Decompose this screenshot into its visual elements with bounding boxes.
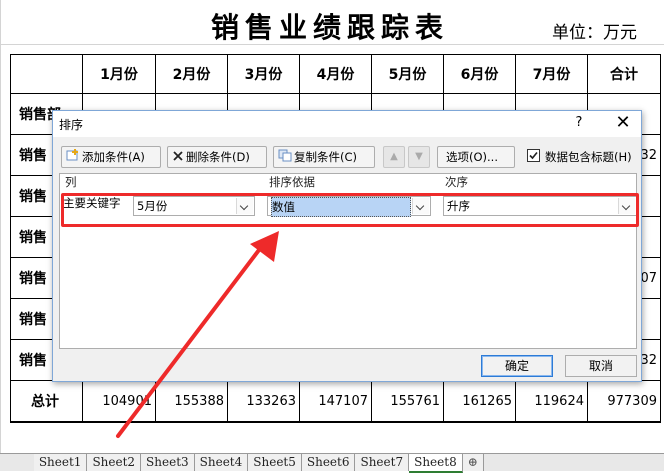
total-label[interactable]: 总计 xyxy=(10,380,83,423)
arrow-down-icon: ▼ xyxy=(415,151,423,162)
sheet-tab[interactable]: Sheet1 xyxy=(33,454,88,471)
total-cell[interactable]: 119624 xyxy=(515,380,588,423)
sheet-tab[interactable]: Sheet6 xyxy=(301,454,356,471)
sheet-tab[interactable]: Sheet7 xyxy=(355,454,410,471)
header-cell[interactable] xyxy=(10,54,83,94)
sheet-tab[interactable]: Sheet5 xyxy=(248,454,302,471)
header-cell[interactable]: 7月份 xyxy=(515,54,588,94)
move-up-button[interactable]: ▲ xyxy=(383,146,405,168)
ok-button[interactable]: 确定 xyxy=(481,355,553,377)
delete-condition-button[interactable]: 删除条件(D) xyxy=(167,146,267,168)
sheet-title: 销售业绩跟踪表 xyxy=(210,11,449,44)
options-button[interactable]: 选项(O)... xyxy=(437,146,515,168)
new-sheet-icon[interactable]: ⊕ xyxy=(462,454,484,471)
add-condition-button[interactable]: 添加条件(A) xyxy=(61,146,161,168)
delete-icon xyxy=(172,148,184,168)
sheet-tab[interactable]: Sheet4 xyxy=(194,454,249,471)
sheet-tab[interactable]: Sheet2 xyxy=(87,454,142,471)
column-header-sort-on: 排序依据 xyxy=(269,175,315,189)
total-cell[interactable]: 155761 xyxy=(371,380,444,423)
arrow-up-icon: ▲ xyxy=(390,151,398,162)
header-cell[interactable]: 4月份 xyxy=(299,54,372,94)
total-cell[interactable]: 155388 xyxy=(155,380,228,423)
copy-condition-button[interactable]: 复制条件(C) xyxy=(273,146,375,168)
sheet-tab[interactable]: Sheet3 xyxy=(141,454,195,471)
header-cell[interactable]: 3月份 xyxy=(227,54,300,94)
total-cell[interactable]: 104901 xyxy=(82,380,156,423)
dialog-titlebar[interactable] xyxy=(53,111,641,137)
dialog-title: 排序 xyxy=(59,118,84,132)
column-header-order: 次序 xyxy=(445,175,468,189)
copy-icon xyxy=(278,148,292,168)
total-cell[interactable]: 161265 xyxy=(443,380,516,423)
has-header-label: 数据包含标题(H) xyxy=(545,150,632,164)
close-icon[interactable]: ✕ xyxy=(611,112,635,134)
help-icon[interactable]: ? xyxy=(571,115,587,130)
header-cell[interactable]: 5月份 xyxy=(371,54,444,94)
total-cell[interactable]: 977309 xyxy=(587,380,661,423)
sheet-tab-active[interactable]: Sheet8 xyxy=(409,454,463,473)
move-down-button[interactable]: ▼ xyxy=(408,146,430,168)
header-cell[interactable]: 1月份 xyxy=(82,54,156,94)
total-cell[interactable]: 133263 xyxy=(227,380,300,423)
check-icon xyxy=(529,151,538,160)
add-condition-icon xyxy=(66,148,80,168)
column-header-col: 列 xyxy=(65,175,77,189)
highlight-box xyxy=(61,193,639,227)
cancel-button[interactable]: 取消 xyxy=(565,355,637,377)
unit-label: 单位：万元 xyxy=(552,23,637,43)
sort-dialog: 排序 ? ✕ 添加条件(A) 删除条件(D) 复制条件(C) ▲ ▼ 选项(O)… xyxy=(52,110,642,382)
gridline xyxy=(0,0,1,453)
sheet-tab-bar: Sheet1 Sheet2 Sheet3 Sheet4 Sheet5 Sheet6 Shee… xyxy=(0,453,664,473)
header-cell[interactable]: 合计 xyxy=(587,54,661,94)
total-cell[interactable]: 147107 xyxy=(299,380,372,423)
header-cell[interactable]: 2月份 xyxy=(155,54,228,94)
header-cell[interactable]: 6月份 xyxy=(443,54,516,94)
has-header-checkbox[interactable] xyxy=(527,149,540,162)
